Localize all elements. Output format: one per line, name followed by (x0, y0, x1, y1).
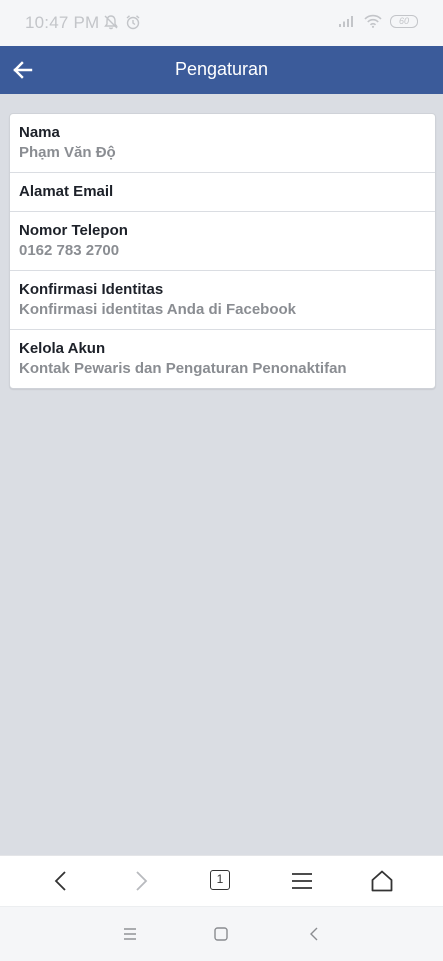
page-title: Pengaturan (174, 59, 269, 79)
menu-button[interactable] (290, 869, 314, 893)
settings-item-phone[interactable]: Nomor Telepon 0162 783 2700 (10, 212, 435, 271)
status-icons-left (103, 14, 141, 30)
status-bar: 10:47 PM 60 (0, 0, 443, 46)
settings-list: Nama Phạm Văn Độ Alamat Email Nomor Tele… (9, 113, 436, 389)
chevron-right-icon (136, 871, 148, 891)
bell-off-icon (104, 15, 118, 30)
signal-icon (339, 16, 353, 27)
home-icon (371, 870, 393, 892)
item-value: 0162 783 2700 (19, 242, 120, 259)
chevron-left-icon (54, 871, 66, 891)
browser-back-button[interactable] (49, 869, 73, 893)
item-value: Kontak Pewaris dan Pengaturan Penonaktif… (19, 360, 347, 377)
item-value: Phạm Văn Độ (19, 144, 116, 161)
app-bar: Pengaturan (0, 46, 443, 94)
browser-toolbar: 1 (0, 855, 443, 907)
status-icons-right: 60 (338, 14, 418, 28)
hamburger-menu-icon (292, 873, 312, 889)
system-back-button[interactable] (306, 926, 322, 942)
wifi-icon (364, 14, 382, 28)
item-label: Nama (19, 124, 60, 141)
item-label: Alamat Email (19, 183, 114, 200)
system-nav-bar (0, 906, 443, 961)
item-label: Kelola Akun (19, 340, 106, 357)
item-label: Konfirmasi Identitas (19, 281, 164, 298)
item-value: Konfirmasi identitas Anda di Facebook (19, 301, 296, 318)
item-label: Nomor Telepon (19, 222, 128, 239)
browser-home-button[interactable] (370, 869, 394, 893)
settings-item-email[interactable]: Alamat Email (10, 173, 435, 212)
back-triangle-icon (310, 927, 318, 941)
settings-item-identity[interactable]: Konfirmasi Identitas Konfirmasi identita… (10, 271, 435, 330)
alarm-icon (126, 15, 140, 30)
tabs-button[interactable]: 1 (210, 870, 234, 894)
status-time: 10:47 PM (25, 13, 100, 32)
home-square-icon (214, 927, 228, 941)
tab-count: 1 (216, 872, 224, 886)
system-home-button[interactable] (213, 926, 229, 942)
settings-item-name[interactable]: Nama Phạm Văn Độ (10, 114, 435, 173)
battery-icon: 60 (390, 14, 418, 28)
recents-button[interactable] (122, 926, 138, 942)
battery-level: 60 (398, 15, 409, 26)
tabs-icon: 1 (210, 870, 230, 890)
settings-item-manage-account[interactable]: Kelola Akun Kontak Pewaris dan Pengatura… (10, 330, 435, 388)
browser-forward-button[interactable] (129, 869, 153, 893)
recents-icon (124, 928, 136, 940)
